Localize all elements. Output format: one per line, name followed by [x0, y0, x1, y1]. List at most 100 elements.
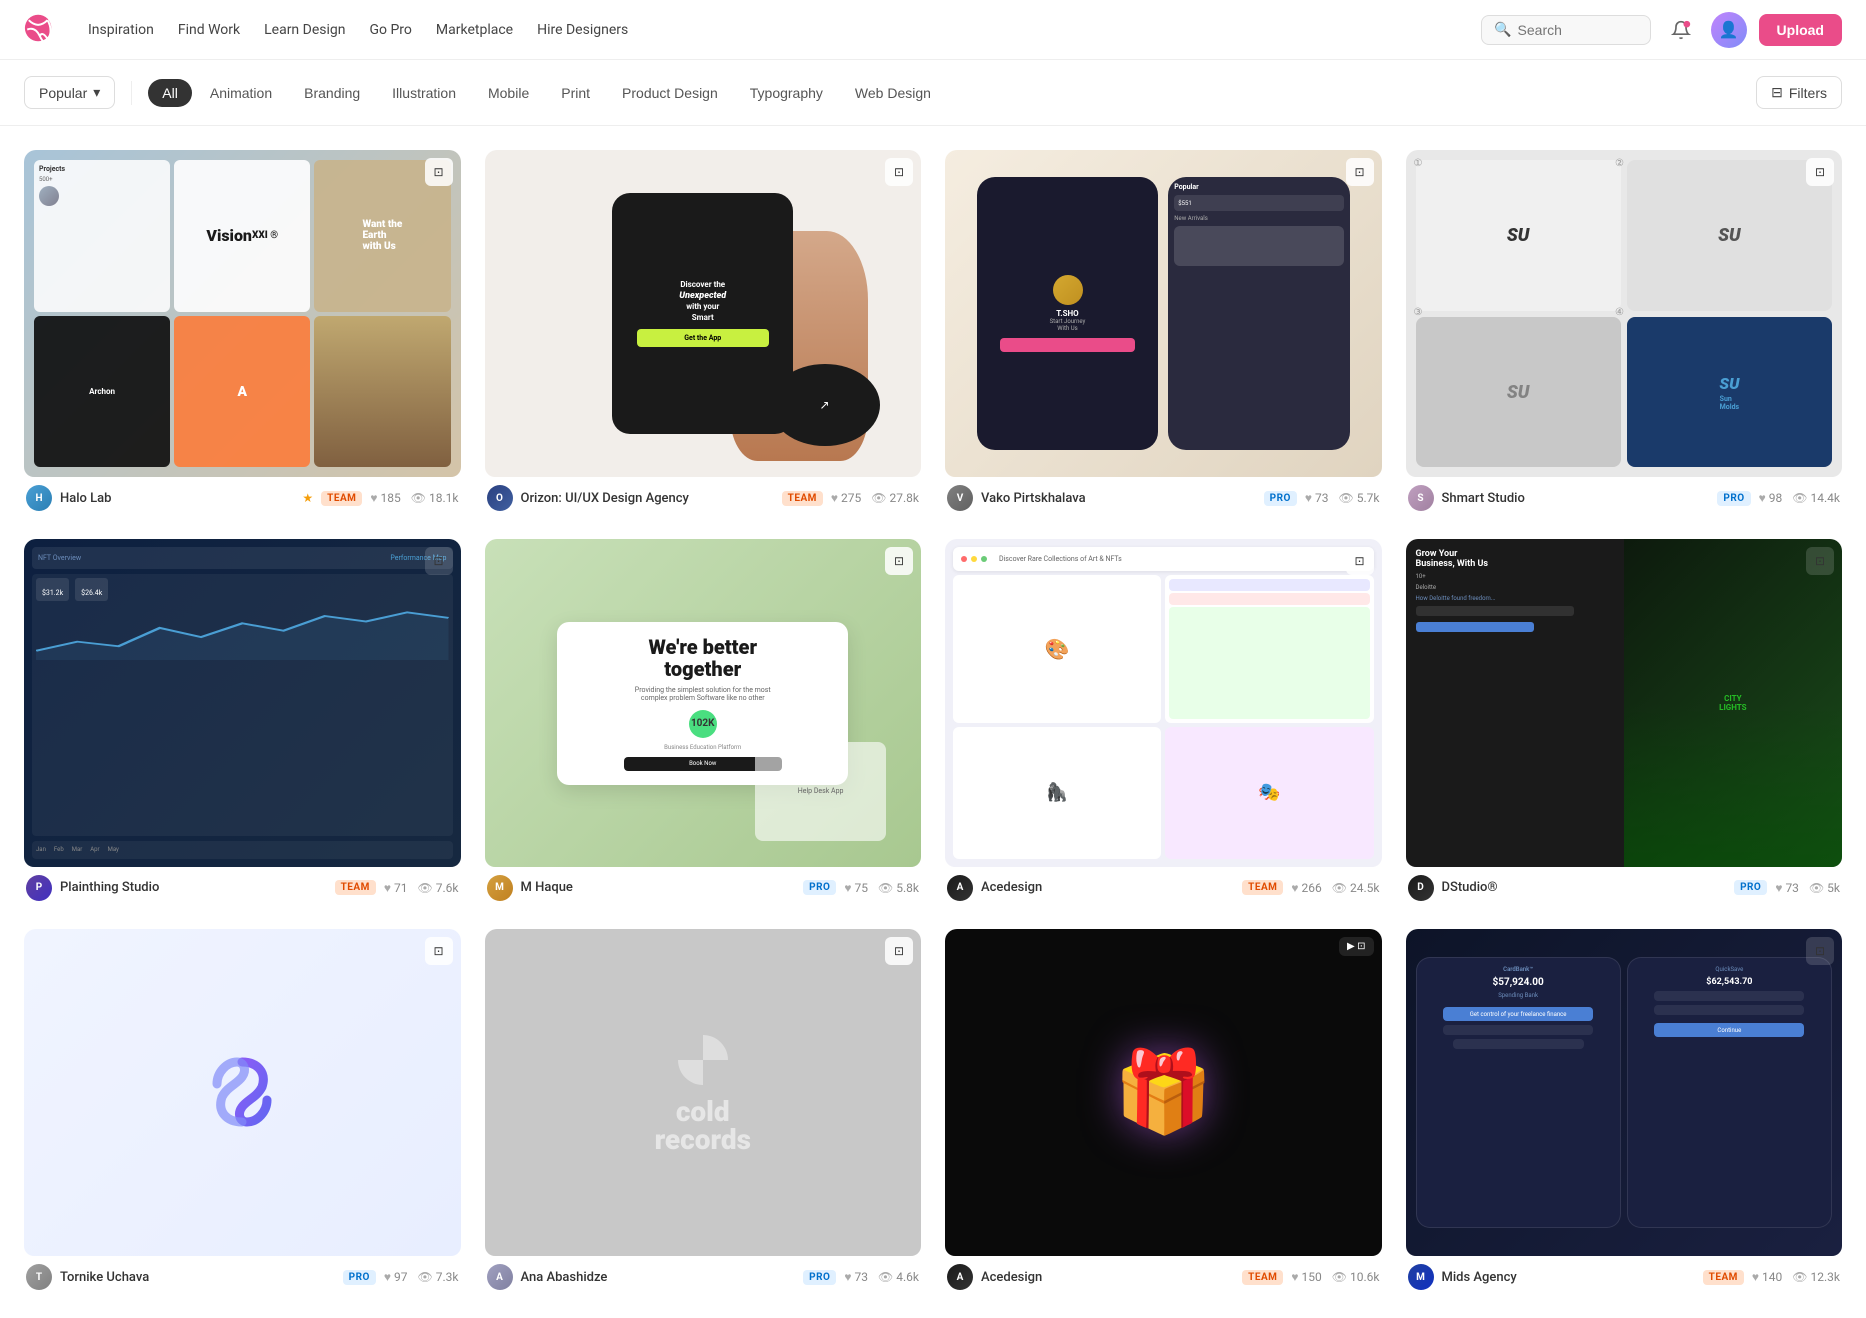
bookmark-icon[interactable]: ⊡ [885, 547, 913, 575]
views-stat: 👁 5.7k [1339, 491, 1380, 505]
notification-icon[interactable] [1663, 12, 1699, 48]
shot-thumbnail[interactable]: 🎁 ▶ ⊡ [945, 929, 1382, 1256]
shots-grid: Projects 500+ VisionXXI ® Want theEarthw… [0, 126, 1866, 1318]
bookmark-icon[interactable]: ⊡ [885, 158, 913, 186]
author-name[interactable]: M Haque [521, 880, 796, 895]
shot-thumbnail[interactable]: NFT Overview Performance Map $31.2k $26.… [24, 539, 461, 866]
likes-stat: ♥ 150 [1291, 1270, 1321, 1284]
likes-stat: ♥ 185 [370, 491, 400, 505]
author-badge: PRO [1717, 491, 1750, 506]
nav-go-pro[interactable]: Go Pro [369, 18, 411, 42]
author-avatar: T [26, 1264, 52, 1290]
heart-icon: ♥ [1775, 881, 1782, 895]
shot-card: We're bettertogether Providing the simpl… [485, 539, 922, 904]
cat-tab-illustration[interactable]: Illustration [378, 79, 470, 107]
author-name[interactable]: Vako Pirtskhalava [981, 491, 1256, 506]
eye-icon: 👁 [871, 491, 886, 505]
shot-thumbnail[interactable]: SU SU SU SU SunMolds ⊡ ① ② ③ ④ [1406, 150, 1843, 477]
nav-marketplace[interactable]: Marketplace [436, 18, 513, 42]
author-name[interactable]: Orizon: UI/UX Design Agency [521, 491, 774, 506]
eye-icon: 👁 [1792, 491, 1807, 505]
shot-thumbnail[interactable]: CardBank™ $57,924.00 Spending Bank Get c… [1406, 929, 1843, 1256]
author-badge: TEAM [782, 491, 823, 506]
author-badge: PRO [1734, 880, 1767, 895]
shot-thumbnail[interactable]: Projects 500+ VisionXXI ® Want theEarthw… [24, 150, 461, 477]
eye-icon: 👁 [418, 881, 433, 895]
nav-find-work[interactable]: Find Work [178, 18, 240, 42]
cat-tab-animation[interactable]: Animation [196, 79, 286, 107]
user-avatar[interactable]: 👤 [1711, 12, 1747, 48]
bookmark-icon[interactable]: ⊡ [1806, 937, 1834, 965]
heart-icon: ♥ [1752, 1270, 1759, 1284]
shot-card: Discover theUnexpectedwith yourSmart Get… [485, 150, 922, 515]
cat-tab-branding[interactable]: Branding [290, 79, 374, 107]
cat-tab-print[interactable]: Print [547, 79, 604, 107]
bookmark-icon[interactable]: ⊡ [425, 547, 453, 575]
heart-icon: ♥ [844, 881, 851, 895]
bookmark-icon[interactable]: ⊡ [885, 937, 913, 965]
likes-stat: ♥ 275 [831, 491, 861, 505]
author-name[interactable]: Tornike Uchava [60, 1270, 335, 1285]
filters-button[interactable]: ⊟ Filters [1756, 76, 1842, 109]
shot-thumbnail[interactable]: Grow YourBusiness, With Us 10+ Deloitte … [1406, 539, 1843, 866]
dribbble-logo[interactable] [24, 14, 60, 46]
cat-tab-mobile[interactable]: Mobile [474, 79, 543, 107]
nav-links: Inspiration Find Work Learn Design Go Pr… [88, 18, 1481, 42]
heart-icon: ♥ [384, 1270, 391, 1284]
nav-learn-design[interactable]: Learn Design [264, 18, 345, 42]
author-name[interactable]: Halo Lab [60, 491, 294, 506]
search-box[interactable]: 🔍 [1481, 15, 1650, 45]
eye-icon: 👁 [418, 1270, 433, 1284]
upload-button[interactable]: Upload [1759, 14, 1842, 46]
cat-tab-all[interactable]: All [148, 79, 192, 107]
search-input[interactable] [1518, 22, 1638, 38]
shot-stats: ♥ 71 👁 7.6k [384, 881, 459, 895]
heart-icon: ♥ [1305, 491, 1312, 505]
author-name[interactable]: Acedesign [981, 880, 1234, 895]
shot-thumbnail[interactable]: ⊡ [24, 929, 461, 1256]
heart-icon: ♥ [1291, 1270, 1298, 1284]
record-logo-graphic [673, 1030, 733, 1090]
shot-stats: ♥ 97 👁 7.3k [384, 1270, 459, 1284]
cat-tab-typography[interactable]: Typography [736, 79, 837, 107]
author-name[interactable]: Acedesign [981, 1270, 1234, 1285]
shot-card: ⊡ T Tornike Uchava PRO ♥ 97 👁 7.3k [24, 929, 461, 1294]
shot-thumbnail[interactable]: Discover theUnexpectedwith yourSmart Get… [485, 150, 922, 477]
heart-icon: ♥ [1291, 881, 1298, 895]
eye-icon: 👁 [1809, 881, 1824, 895]
nav-inspiration[interactable]: Inspiration [88, 18, 154, 42]
author-avatar: A [947, 1264, 973, 1290]
shot-thumbnail[interactable]: T.SHO Start JourneyWith Us Popular $551 … [945, 150, 1382, 477]
views-stat: 👁 7.6k [418, 881, 459, 895]
bookmark-icon[interactable]: ⊡ [1806, 158, 1834, 186]
bookmark-icon[interactable]: ⊡ [1806, 547, 1834, 575]
shot-card: Grow YourBusiness, With Us 10+ Deloitte … [1406, 539, 1843, 904]
author-name[interactable]: Mids Agency [1442, 1270, 1695, 1285]
shot-meta: M Mids Agency TEAM ♥ 140 👁 12.3k [1406, 1256, 1843, 1294]
heart-icon: ♥ [370, 491, 377, 505]
author-name[interactable]: Shmart Studio [1442, 491, 1710, 506]
sort-popular-button[interactable]: Popular ▾ [24, 76, 115, 109]
shot-stats: ♥ 150 👁 10.6k [1291, 1270, 1379, 1284]
category-tabs: All Animation Branding Illustration Mobi… [148, 79, 1740, 107]
shot-thumbnail[interactable]: Discover Rare Collections of Art & NFTs … [945, 539, 1382, 866]
shot-meta: A Acedesign TEAM ♥ 150 👁 10.6k [945, 1256, 1382, 1294]
shot-thumbnail[interactable]: cold records ⊡ [485, 929, 922, 1256]
shot-thumbnail[interactable]: We're bettertogether Providing the simpl… [485, 539, 922, 866]
shot-card: CardBank™ $57,924.00 Spending Bank Get c… [1406, 929, 1843, 1294]
bookmark-icon[interactable]: ⊡ [1346, 547, 1374, 575]
bookmark-icon[interactable]: ⊡ [1346, 158, 1374, 186]
author-name[interactable]: Plainthing Studio [60, 880, 327, 895]
author-badge: TEAM [1703, 1270, 1744, 1285]
eye-icon: 👁 [1332, 1270, 1347, 1284]
cat-tab-web-design[interactable]: Web Design [841, 79, 945, 107]
author-avatar: V [947, 485, 973, 511]
bookmark-icon[interactable]: ⊡ [425, 937, 453, 965]
author-name[interactable]: DStudio® [1442, 880, 1727, 895]
eye-icon: 👁 [1332, 881, 1347, 895]
cat-tab-product-design[interactable]: Product Design [608, 79, 732, 107]
nav-hire-designers[interactable]: Hire Designers [537, 18, 628, 42]
bookmark-icon[interactable]: ⊡ [425, 158, 453, 186]
author-avatar: H [26, 485, 52, 511]
author-name[interactable]: Ana Abashidze [521, 1270, 796, 1285]
